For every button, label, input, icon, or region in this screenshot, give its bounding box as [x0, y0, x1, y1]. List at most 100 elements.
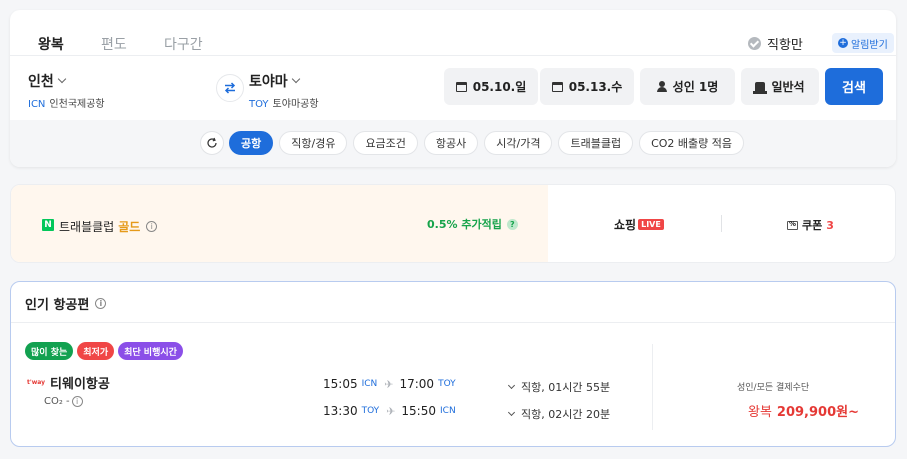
- filter-travel-club[interactable]: 트래블클럽: [558, 131, 634, 155]
- tway-logo-icon: t'way: [27, 379, 46, 386]
- filter-direct-transfer[interactable]: 직항/경유: [279, 131, 348, 155]
- swap-cities-button[interactable]: [216, 74, 244, 102]
- filter-low-co2[interactable]: CO2 배출량 적음: [639, 131, 745, 155]
- destination-code: TOY: [249, 99, 269, 110]
- popular-flights-card: 인기 항공편 i 많이 찾는 최저가 최단 비행시간 t'way 티웨이항공 C…: [10, 281, 896, 447]
- badge-lowest-price: 최저가: [77, 342, 115, 360]
- co2-label: CO₂ -: [44, 396, 70, 407]
- depart-date-field[interactable]: 05.10.일: [444, 68, 538, 105]
- outbound-leg-details[interactable]: 직항, 01시간 55분: [507, 379, 611, 395]
- origin-selector[interactable]: 인천 ICN 인천국제공항: [28, 71, 105, 110]
- divider: [10, 55, 896, 56]
- info-icon[interactable]: i: [95, 298, 107, 309]
- destination-city: 토야마: [249, 74, 288, 90]
- depart-date-value: 05.10.일: [472, 80, 527, 94]
- club-name: 트래블클럽: [59, 220, 115, 234]
- destination-airport: 토야마공항: [272, 99, 319, 110]
- passenger-value: 성인 1명: [672, 80, 719, 94]
- plus-icon: +: [838, 38, 848, 48]
- passenger-field[interactable]: 성인 1명: [640, 68, 735, 105]
- arr-time: 17:00: [399, 377, 435, 391]
- seat-class-value: 일반석: [771, 80, 805, 94]
- flight-search-panel: 왕복 편도 다구간 직항만 + 알림받기 인천 ICN 인천국제공항 토야마 TO…: [10, 10, 896, 167]
- dep-code: TOY: [361, 406, 380, 416]
- price-display[interactable]: 왕복 209,900원~: [748, 401, 859, 420]
- swap-icon: [224, 82, 236, 94]
- person-icon: [656, 81, 667, 92]
- coupon-icon-text: %: [789, 219, 797, 228]
- club-tier: 골드: [118, 220, 141, 234]
- direct-only-toggle[interactable]: 직항만: [748, 34, 803, 53]
- return-leg-details[interactable]: 직항, 02시간 20분: [507, 406, 611, 422]
- outbound-leg[interactable]: 15:05 ICN ✈ 17:00 TOY: [323, 377, 460, 391]
- dep-code: ICN: [361, 379, 378, 389]
- origin-airport: 인천국제공항: [49, 99, 105, 110]
- flight-badges: 많이 찾는 최저가 최단 비행시간: [25, 342, 187, 360]
- return-date-field[interactable]: 05.13.수: [540, 68, 634, 105]
- tab-multi-city[interactable]: 다구간: [164, 34, 227, 54]
- airline-info: t'way 티웨이항공: [27, 373, 110, 392]
- dep-time: 15:05: [323, 377, 358, 391]
- check-icon: [748, 37, 761, 50]
- divider: [652, 344, 653, 430]
- return-leg[interactable]: 13:30 TOY ✈ 15:50 ICN: [323, 404, 460, 418]
- shopping-label: 쇼핑: [614, 218, 637, 232]
- airline-name: 티웨이항공: [50, 377, 110, 392]
- filter-time-price[interactable]: 시각/가격: [484, 131, 553, 155]
- return-date-value: 05.13.수: [568, 80, 623, 94]
- plane-icon: ✈: [384, 377, 394, 391]
- trip-type-tabs: 왕복 편도 다구간: [38, 34, 227, 54]
- info-icon[interactable]: i: [146, 221, 158, 232]
- help-icon[interactable]: ?: [506, 218, 518, 230]
- return-duration: 직항, 02시간 20분: [521, 408, 611, 421]
- divider: [11, 322, 895, 323]
- divider: [721, 215, 722, 232]
- travel-club-section[interactable]: N 트래블클럽 골드 i 0.5% 추가적립 ?: [11, 185, 548, 262]
- arr-time: 15:50: [401, 404, 436, 418]
- filter-bar: 공항 직항/경유 요금조건 항공사 시각/가격 트래블클럽 CO2 배출량 적음: [10, 120, 896, 167]
- coupon-icon: %: [787, 219, 798, 230]
- calendar-icon: [551, 81, 563, 92]
- tab-round-trip[interactable]: 왕복: [38, 34, 101, 54]
- coupon-link[interactable]: % 쿠폰 3: [787, 217, 834, 233]
- co2-info: CO₂ - i: [44, 396, 83, 407]
- live-badge: LIVE: [638, 219, 664, 230]
- arr-code: TOY: [438, 379, 456, 389]
- chevron-down-icon: [57, 74, 67, 84]
- chevron-down-icon: [507, 408, 516, 417]
- price-alert-button[interactable]: + 알림받기: [832, 33, 894, 53]
- filter-fare-conditions[interactable]: 요금조건: [353, 131, 418, 155]
- direct-only-label: 직항만: [767, 38, 803, 53]
- price-alert-label: 알림받기: [851, 39, 888, 51]
- info-icon[interactable]: i: [71, 396, 83, 407]
- reset-filters-button[interactable]: [200, 131, 224, 155]
- shopping-live-link[interactable]: 쇼핑 LIVE: [614, 216, 664, 233]
- arr-code: ICN: [440, 406, 456, 416]
- coupon-label: 쿠폰: [802, 219, 823, 232]
- seat-class-field[interactable]: 일반석: [741, 68, 819, 105]
- seat-icon: [753, 81, 768, 94]
- filter-airline[interactable]: 항공사: [423, 131, 479, 155]
- naver-logo-icon: N: [42, 219, 54, 231]
- chevron-down-icon: [291, 74, 300, 84]
- search-button[interactable]: 검색: [825, 68, 883, 105]
- coupon-count: 3: [826, 218, 834, 232]
- accrual-rate: 0.5% 추가적립: [427, 218, 502, 231]
- membership-banner: N 트래블클럽 골드 i 0.5% 추가적립 ? 쇼핑 LIVE % 쿠폰 3: [10, 184, 896, 263]
- payment-note: 성인/모든 결제수단: [737, 383, 810, 393]
- plane-icon: ✈: [386, 404, 396, 418]
- calendar-icon: [455, 81, 467, 92]
- outbound-duration: 직항, 01시간 55분: [521, 381, 611, 394]
- badge-shortest-time: 최단 비행시간: [118, 342, 183, 360]
- origin-code: ICN: [28, 99, 46, 110]
- popular-title: 인기 항공편: [25, 298, 90, 313]
- chevron-down-icon: [507, 381, 516, 390]
- tab-one-way[interactable]: 편도: [101, 34, 164, 54]
- price-prefix: 왕복: [748, 405, 772, 420]
- refresh-icon: [207, 137, 217, 148]
- price-value: 209,900원~: [776, 405, 859, 420]
- dep-time: 13:30: [323, 404, 358, 418]
- badge-popular: 많이 찾는: [25, 342, 74, 360]
- destination-selector[interactable]: 토야마 TOY 토야마공항: [249, 71, 319, 110]
- filter-airport[interactable]: 공항: [229, 131, 274, 155]
